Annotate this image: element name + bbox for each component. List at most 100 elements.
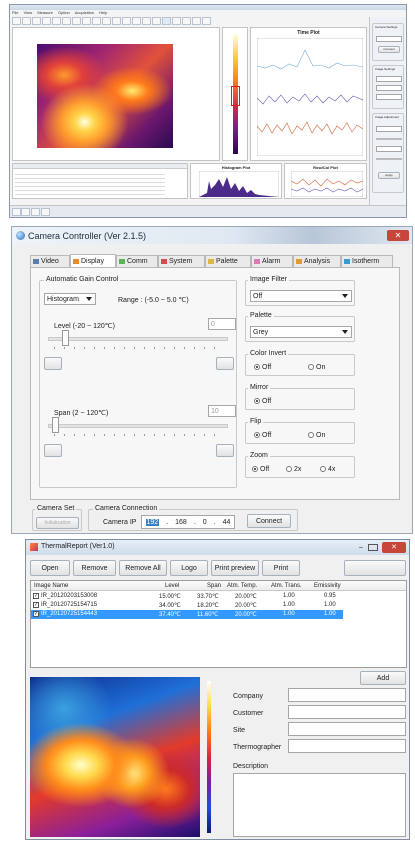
camera-ip-input[interactable]: 192. 168. 0. 44 [141, 515, 235, 529]
forward-icon[interactable] [42, 17, 51, 25]
flip-off-radio[interactable]: Off [254, 432, 271, 439]
scale-marker[interactable] [231, 86, 240, 106]
table-row[interactable]: ✓ IR_20120725154715 34.00℃ 18.20℃ 20.00℃… [31, 601, 343, 610]
back-icon[interactable] [32, 17, 41, 25]
stop-icon[interactable] [172, 17, 181, 25]
report-thermal-image[interactable] [30, 677, 200, 837]
span-decrease-button[interactable] [44, 444, 62, 457]
menu-option[interactable]: Option [58, 10, 70, 15]
delete-icon[interactable] [92, 17, 101, 25]
side-connect-button[interactable]: Connect [378, 46, 400, 53]
connect-button[interactable]: Connect [247, 514, 291, 528]
span-increase-button[interactable] [216, 444, 234, 457]
span-slider-track[interactable] [48, 424, 228, 428]
status-btn-1[interactable] [12, 208, 21, 216]
thermographer-input[interactable] [288, 739, 406, 753]
row-checkbox[interactable]: ✓ [33, 611, 39, 617]
customer-input[interactable] [288, 705, 406, 719]
save-icon[interactable] [22, 17, 31, 25]
fast-forward-icon[interactable] [192, 17, 201, 25]
tab-video[interactable]: Video [30, 255, 70, 267]
menu-file[interactable]: File [12, 10, 18, 15]
print-preview-button[interactable]: Print preview [211, 560, 259, 576]
line-icon[interactable] [62, 17, 71, 25]
palette-icon[interactable] [132, 17, 141, 25]
level-input[interactable]: 0 [208, 318, 236, 330]
adjust-span-field[interactable] [376, 146, 402, 152]
agc-mode-select[interactable]: Histogram [44, 293, 96, 305]
side-apply-button[interactable]: Apply [378, 172, 400, 179]
tab-analysis[interactable]: Analysis [293, 255, 341, 267]
ellipse-icon[interactable] [82, 17, 91, 25]
zoom-out-icon[interactable] [112, 17, 121, 25]
company-input[interactable] [288, 688, 406, 702]
record-icon[interactable] [152, 17, 161, 25]
col-image-name[interactable]: Image Name [34, 583, 68, 589]
menu-measure[interactable]: Measure [37, 10, 53, 15]
col-span[interactable]: Span [207, 583, 221, 589]
table-row-selected[interactable]: ✓ IR_20120725154443 37.40℃ 11.60℃ 20.00℃… [31, 610, 343, 619]
adjust-slider-2[interactable] [376, 158, 402, 160]
tab-isotherm[interactable]: Isotherm [341, 255, 393, 267]
point-icon[interactable] [52, 17, 61, 25]
menu-help[interactable]: Help [99, 10, 107, 15]
site-input[interactable] [288, 722, 406, 736]
status-btn-2[interactable] [21, 208, 30, 216]
level-slider-thumb[interactable] [62, 330, 69, 346]
camera-icon[interactable] [142, 17, 151, 25]
thermal-image[interactable] [37, 44, 173, 148]
color-invert-off-radio[interactable]: Off [254, 364, 271, 371]
col-atm-temp[interactable]: Atm. Temp. [227, 583, 257, 589]
level-slider-track[interactable] [48, 337, 228, 341]
description-textarea[interactable] [233, 773, 406, 837]
color-invert-on-radio[interactable]: On [308, 364, 325, 371]
report-close-icon[interactable]: ✕ [382, 542, 406, 553]
col-emissivity[interactable]: Emissivity [314, 583, 341, 589]
image-setting-2[interactable] [376, 85, 402, 91]
print-button[interactable]: Print [262, 560, 300, 576]
open-button[interactable]: Open [30, 560, 70, 576]
image-filter-select[interactable]: Off [250, 290, 352, 302]
add-button[interactable]: Add [360, 671, 406, 685]
ip-field[interactable] [376, 36, 402, 42]
open-icon[interactable] [12, 17, 21, 25]
mirror-off-radio[interactable]: Off [254, 398, 271, 405]
blank-button[interactable] [344, 560, 406, 576]
palette-select[interactable]: Grey [250, 326, 352, 338]
level-decrease-button[interactable] [44, 357, 62, 370]
col-atm-trans[interactable]: Atm. Trans. [271, 583, 302, 589]
close-icon[interactable]: ✕ [387, 230, 409, 241]
menu-view[interactable]: View [24, 10, 33, 15]
settings-icon[interactable] [202, 17, 211, 25]
span-slider-thumb[interactable] [52, 417, 59, 433]
tab-comm[interactable]: Comm [116, 255, 158, 267]
logo-button[interactable]: Logo [170, 560, 208, 576]
zoom-2x-radio[interactable]: 2x [286, 466, 301, 473]
image-setting-1[interactable] [376, 76, 402, 82]
image-setting-3[interactable] [376, 94, 402, 100]
table-row[interactable]: ✓ IR_20120203153008 15.00℃ 33.70℃ 20.00℃… [31, 592, 343, 601]
flip-on-radio[interactable]: On [308, 432, 325, 439]
rewind-icon[interactable] [182, 17, 191, 25]
row-checkbox[interactable]: ✓ [33, 602, 39, 608]
play-icon[interactable] [162, 17, 171, 25]
adjust-level-field[interactable] [376, 126, 402, 132]
col-level[interactable]: Level [165, 583, 179, 589]
remove-all-button[interactable]: Remove All [119, 560, 167, 576]
maximize-icon[interactable] [368, 544, 378, 551]
grid-icon[interactable] [122, 17, 131, 25]
tab-display[interactable]: Display [70, 254, 116, 267]
row-checkbox[interactable]: ✓ [33, 593, 39, 599]
rect-icon[interactable] [72, 17, 81, 25]
status-btn-4[interactable] [41, 208, 50, 216]
tab-alarm[interactable]: Alarm [251, 255, 293, 267]
tab-palette[interactable]: Palette [205, 255, 251, 267]
tab-system[interactable]: System [158, 255, 205, 267]
remove-button[interactable]: Remove [73, 560, 116, 576]
span-input[interactable]: 10 [208, 405, 236, 417]
status-btn-3[interactable] [31, 208, 40, 216]
zoom-off-radio[interactable]: Off [252, 466, 269, 473]
minimize-icon[interactable]: – [356, 544, 366, 551]
level-increase-button[interactable] [216, 357, 234, 370]
adjust-slider-1[interactable] [376, 138, 402, 140]
